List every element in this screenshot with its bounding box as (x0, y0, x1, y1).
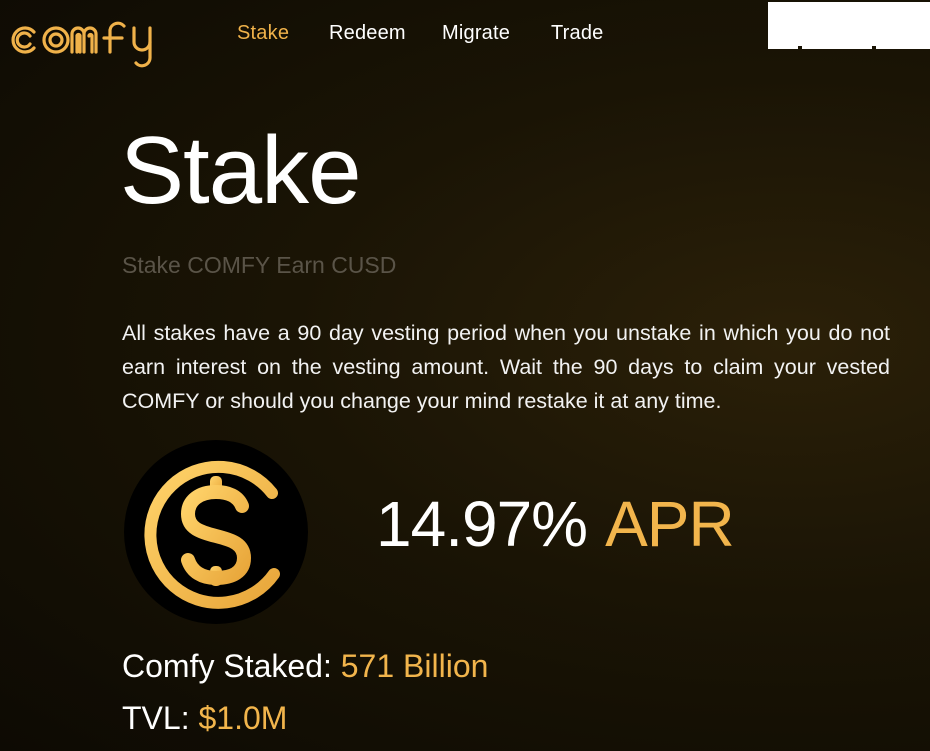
apr-unit: APR (605, 488, 735, 560)
wallet-divider (798, 46, 802, 49)
dollar-coin-icon (124, 440, 308, 624)
tvl-label: TVL: (122, 700, 199, 736)
tvl-value: $1.0M (198, 700, 288, 736)
page-title: Stake (120, 117, 361, 224)
tvl-stat: TVL: $1.0M (122, 698, 287, 738)
nav-stake[interactable]: Stake (237, 22, 289, 45)
page-subtitle: Stake COMFY Earn CUSD (122, 252, 397, 278)
apr-value: 14.97% (376, 488, 588, 560)
staked-value: 571 Billion (340, 648, 489, 684)
nav-redeem[interactable]: Redeem (329, 22, 406, 45)
nav-migrate[interactable]: Migrate (442, 22, 510, 45)
staked-label: Comfy Staked: (122, 648, 341, 684)
page-description: All stakes have a 90 day vesting period … (122, 321, 890, 413)
wallet-connect-area[interactable] (768, 2, 930, 49)
comfy-staked-stat: Comfy Staked: 571 Billion (122, 646, 488, 686)
apr-display: 14.97% APR (376, 486, 735, 562)
nav-trade[interactable]: Trade (551, 22, 604, 45)
wallet-divider (872, 46, 876, 49)
comfy-logo[interactable]: comfy (6, 8, 198, 70)
